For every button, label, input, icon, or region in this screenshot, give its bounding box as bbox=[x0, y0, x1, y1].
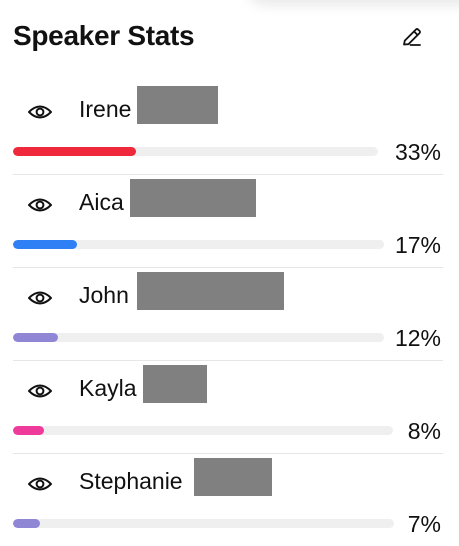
panel-title: Speaker Stats bbox=[13, 20, 195, 51]
speaker-row: Irene 33% bbox=[13, 82, 443, 175]
speaker-name: Aica bbox=[79, 189, 124, 215]
talk-time-percent: 33% bbox=[394, 139, 441, 165]
talk-time-bar-fill bbox=[13, 240, 78, 249]
speaker-name: Stephanie bbox=[79, 468, 183, 494]
talk-time-percent: 12% bbox=[394, 325, 441, 351]
redacted-surname bbox=[143, 365, 207, 403]
speaker-name: John bbox=[79, 282, 129, 308]
pencil-icon[interactable] bbox=[399, 24, 425, 50]
talk-time-percent: 7% bbox=[407, 511, 441, 537]
redacted-surname bbox=[130, 179, 256, 217]
speaker-name: Irene bbox=[79, 96, 132, 122]
talk-time-bar-fill bbox=[13, 147, 136, 156]
eye-icon[interactable] bbox=[27, 474, 53, 494]
redacted-surname bbox=[137, 86, 218, 124]
panel-header: Speaker Stats bbox=[13, 18, 441, 58]
talk-time-bar bbox=[13, 426, 393, 435]
speaker-row: John 12% bbox=[13, 268, 443, 361]
redacted-surname bbox=[137, 272, 284, 310]
eye-icon[interactable] bbox=[27, 381, 53, 401]
speaker-row: Stephanie 7% bbox=[13, 454, 443, 546]
talk-time-bar-fill bbox=[13, 519, 41, 528]
talk-time-bar bbox=[13, 519, 394, 528]
eye-icon[interactable] bbox=[27, 102, 53, 122]
talk-time-bar-fill bbox=[13, 426, 45, 435]
talk-time-bar-fill bbox=[13, 333, 59, 342]
talk-time-bar bbox=[13, 147, 378, 156]
speaker-row: Aica 17% bbox=[13, 175, 443, 268]
talk-time-percent: 17% bbox=[394, 232, 441, 258]
eye-icon[interactable] bbox=[27, 288, 53, 308]
talk-time-bar bbox=[13, 333, 384, 342]
talk-time-percent: 8% bbox=[407, 418, 441, 444]
speaker-row: Kayla 8% bbox=[13, 361, 443, 454]
eye-icon[interactable] bbox=[27, 195, 53, 215]
speaker-name: Kayla bbox=[79, 375, 137, 401]
redacted-surname bbox=[194, 458, 272, 496]
speaker-list: Irene 33% Aica 17% John 12% Kayla 8% Ste… bbox=[13, 82, 443, 546]
talk-time-bar bbox=[13, 240, 384, 249]
